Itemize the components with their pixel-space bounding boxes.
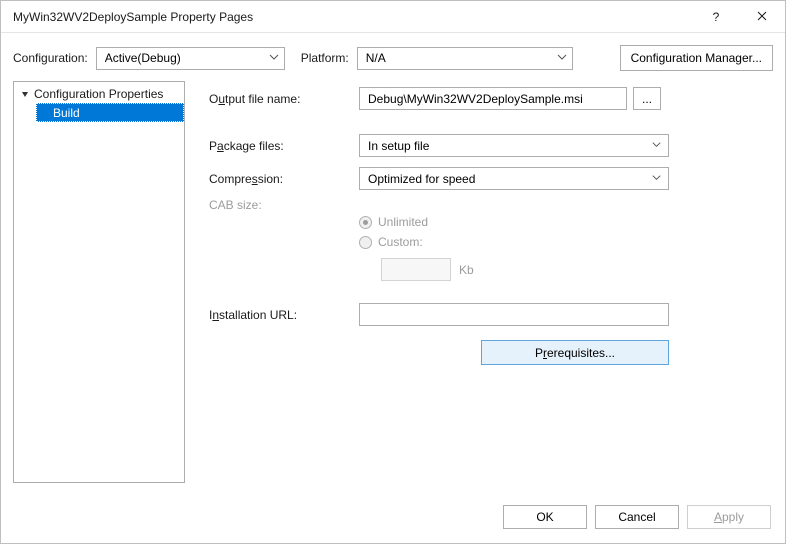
close-button[interactable] — [739, 1, 785, 33]
compression-label: Compression: — [209, 172, 359, 186]
installation-url-label: Installation URL: — [209, 308, 359, 322]
output-file-input[interactable] — [359, 87, 627, 110]
properties-tree[interactable]: Configuration Properties Build — [13, 81, 185, 483]
output-file-row: Output file name: ... — [209, 87, 763, 110]
tree-item-build-label: Build — [53, 106, 80, 120]
cancel-button[interactable]: Cancel — [595, 505, 679, 529]
cab-kb-row: Kb — [209, 258, 763, 281]
platform-label: Platform: — [301, 51, 349, 65]
browse-button[interactable]: ... — [633, 87, 661, 110]
cab-kb-label: Kb — [459, 263, 474, 277]
help-button[interactable]: ? — [693, 1, 739, 33]
dialog-body: Configuration Properties Build Output fi… — [1, 81, 785, 493]
radio-icon — [359, 216, 372, 229]
cab-size-row: CAB size: — [209, 198, 763, 212]
cab-kb-input — [381, 258, 451, 281]
form-panel: Output file name: ... Package files: Com… — [195, 81, 773, 483]
configuration-manager-button[interactable]: Configuration Manager... — [620, 45, 773, 71]
tree-root-label: Configuration Properties — [34, 87, 163, 101]
radio-icon — [359, 236, 372, 249]
cab-custom-label: Custom: — [378, 235, 423, 249]
compression-row: Compression: — [209, 167, 763, 190]
package-files-dropdown[interactable] — [359, 134, 669, 157]
configuration-value[interactable] — [96, 47, 285, 70]
dialog-footer: OK Cancel Apply — [1, 493, 785, 543]
compression-dropdown[interactable] — [359, 167, 669, 190]
tree-item-build[interactable]: Build — [36, 103, 184, 122]
configuration-label: Configuration: — [13, 51, 88, 65]
output-file-label: Output file name: — [209, 92, 359, 106]
package-files-value[interactable] — [359, 134, 669, 157]
platform-dropdown[interactable] — [357, 47, 573, 70]
compression-value[interactable] — [359, 167, 669, 190]
cab-unlimited-label: Unlimited — [378, 215, 428, 229]
prerequisites-button[interactable]: Prerequisites... — [481, 340, 669, 365]
package-files-label: Package files: — [209, 139, 359, 153]
package-files-row: Package files: — [209, 134, 763, 157]
window-title: MyWin32WV2DeploySample Property Pages — [13, 10, 693, 24]
prerequisites-row: Prerequisites... — [209, 340, 763, 365]
cab-size-label: CAB size: — [209, 198, 359, 212]
cab-unlimited-radio: Unlimited — [359, 212, 763, 232]
close-icon — [757, 10, 767, 24]
platform-value[interactable] — [357, 47, 573, 70]
configuration-dropdown[interactable] — [96, 47, 285, 70]
cab-size-radio-group: Unlimited Custom: — [209, 212, 763, 252]
expand-icon[interactable] — [20, 90, 30, 98]
tree-root[interactable]: Configuration Properties — [14, 84, 184, 103]
ok-button[interactable]: OK — [503, 505, 587, 529]
config-row: Configuration: Platform: Configuration M… — [1, 33, 785, 81]
apply-button: Apply — [687, 505, 771, 529]
installation-url-row: Installation URL: — [209, 303, 763, 326]
property-pages-dialog: MyWin32WV2DeploySample Property Pages ? … — [0, 0, 786, 544]
installation-url-input[interactable] — [359, 303, 669, 326]
titlebar: MyWin32WV2DeploySample Property Pages ? — [1, 1, 785, 33]
cab-custom-radio: Custom: — [359, 232, 763, 252]
